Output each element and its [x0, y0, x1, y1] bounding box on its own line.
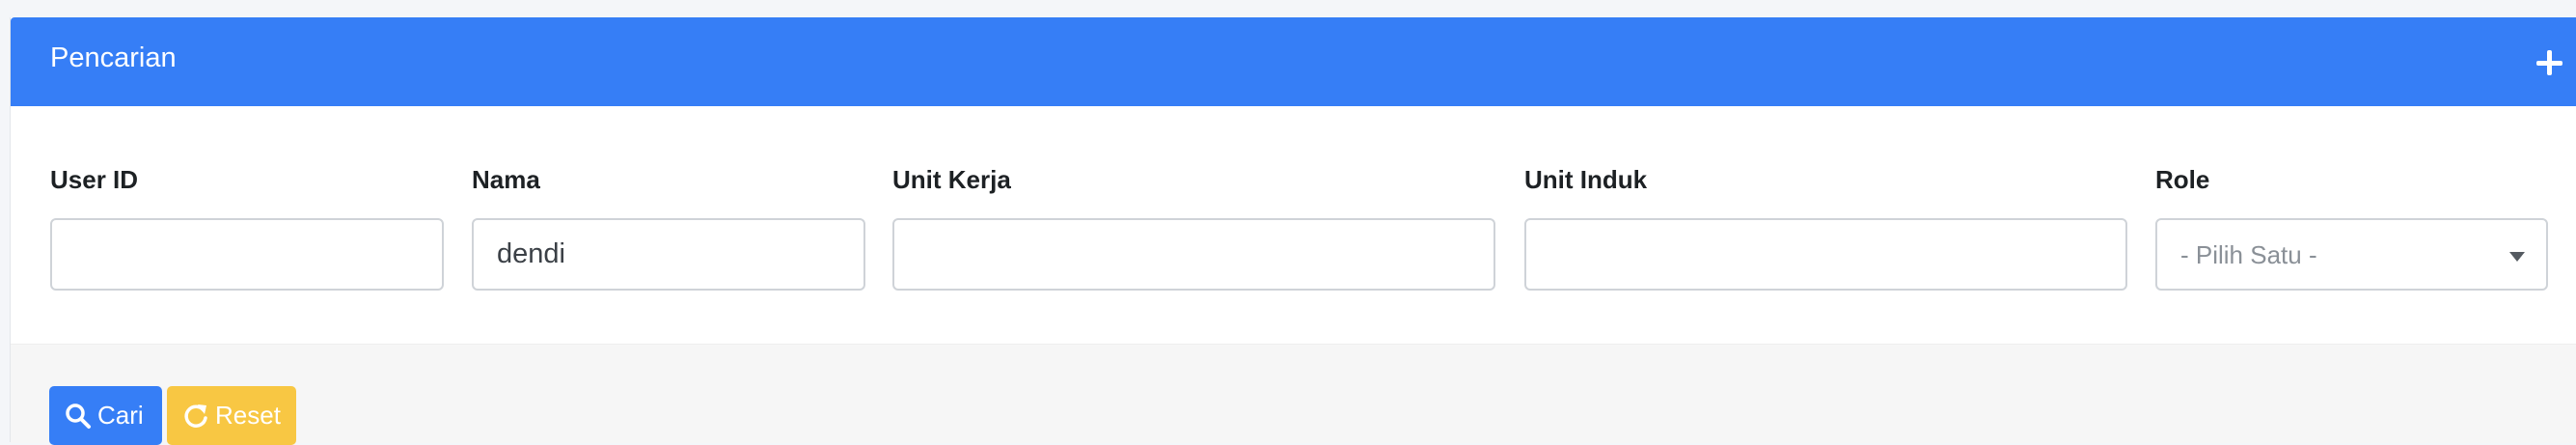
refresh-icon [184, 403, 207, 428]
role-label: Role [2155, 165, 2210, 194]
unit-kerja-input[interactable] [892, 218, 1495, 291]
reset-button[interactable]: Reset [167, 386, 296, 445]
unit-induk-label: Unit Induk [1524, 165, 1648, 194]
search-button[interactable]: Cari [49, 386, 162, 445]
nama-label: Nama [472, 165, 540, 194]
user-id-input[interactable] [50, 218, 444, 291]
panel-footer: Cari Reset [11, 344, 2576, 445]
panel-header: Pencarian [11, 17, 2576, 106]
search-panel: Pencarian User ID Nama Unit Kerja Unit I… [10, 17, 2576, 445]
user-id-label: User ID [50, 165, 139, 194]
plus-icon[interactable] [2533, 46, 2565, 79]
role-select[interactable]: - Pilih Satu - [2155, 218, 2548, 291]
search-button-label: Cari [97, 401, 144, 430]
panel-title: Pencarian [50, 42, 177, 73]
chevron-down-icon [2509, 252, 2525, 262]
unit-kerja-label: Unit Kerja [892, 165, 1011, 194]
reset-button-label: Reset [215, 401, 281, 430]
role-select-value: - Pilih Satu - [2180, 240, 2317, 269]
search-icon [66, 403, 91, 429]
unit-induk-input[interactable] [1524, 218, 2127, 291]
nama-input[interactable] [472, 218, 865, 291]
